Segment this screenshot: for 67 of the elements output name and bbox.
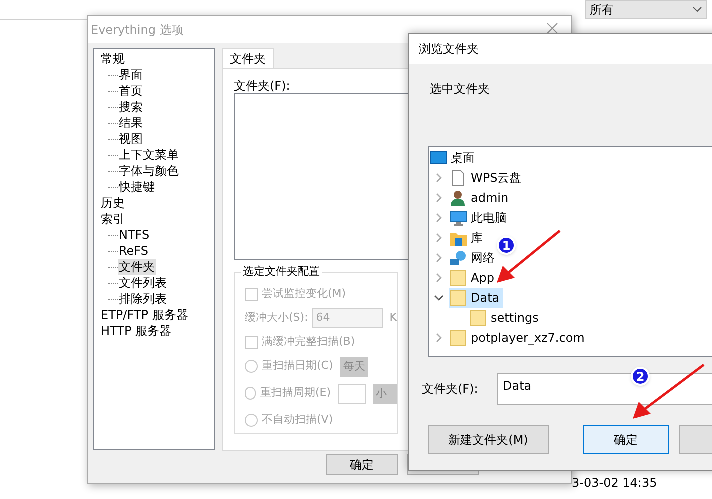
tree-item[interactable]: ReFS <box>118 243 150 259</box>
field-label: 文件夹(F): <box>422 381 480 398</box>
chevron-down-icon[interactable] <box>434 295 444 301</box>
folder-icon <box>450 290 466 306</box>
window-title: 浏览文件夹 <box>419 41 479 58</box>
chevron-right-icon[interactable] <box>436 213 442 223</box>
folder-icon <box>450 270 466 286</box>
folder-tree-item[interactable]: WPS云盘 <box>449 168 525 188</box>
tab[interactable]: 文件夹 <box>222 48 274 68</box>
tree-item[interactable]: 上下文菜单 <box>118 147 180 163</box>
close-icon[interactable] <box>547 23 558 34</box>
chevron-down-icon <box>693 7 702 12</box>
radio-label: 重扫描日期(C) <box>262 358 334 374</box>
folder-tree-item[interactable]: Data <box>449 288 503 308</box>
document-icon <box>452 170 464 186</box>
tree-item[interactable]: 文件夹 <box>118 259 156 275</box>
checkbox-label: 尝试监控变化(M) <box>262 286 346 302</box>
tree-item[interactable]: 文件列表 <box>118 275 168 291</box>
dialog-button[interactable]: 新建文件夹(M) <box>428 425 549 454</box>
folder-icon <box>450 330 466 346</box>
tree-item[interactable]: 界面 <box>118 67 144 83</box>
tree-item[interactable]: 搜索 <box>118 99 144 115</box>
tree-item[interactable]: 结果 <box>118 115 144 131</box>
folder-tree-item[interactable]: 桌面 <box>429 148 478 168</box>
date-text: 3-03-02 14:35 <box>572 476 658 490</box>
cancel-button[interactable] <box>679 425 712 454</box>
tree-item[interactable]: 历史 <box>100 195 126 211</box>
prompt-text: 选中文件夹 <box>429 81 491 98</box>
tree-item[interactable]: NTFS <box>118 227 151 243</box>
radio-label: 重扫描周期(E) <box>260 385 331 402</box>
chevron-right-icon[interactable] <box>436 233 442 243</box>
field-label: 缓冲大小(S): <box>245 310 308 326</box>
radio-label: 不自动扫描(V) <box>262 412 334 428</box>
chevron-right-icon[interactable] <box>436 333 442 343</box>
folder-tree-item[interactable]: App <box>449 268 498 288</box>
dialog-button[interactable]: 确定 <box>583 425 669 454</box>
tree-item[interactable]: 首页 <box>118 83 144 99</box>
folder-tree-item[interactable]: 网络 <box>449 248 498 268</box>
chevron-right-icon[interactable] <box>436 173 442 183</box>
folder-tree-item[interactable]: settings <box>469 308 542 328</box>
tree-item[interactable]: 常规 <box>100 51 126 67</box>
tree-item[interactable]: HTTP 服务器 <box>100 323 173 339</box>
chevron-right-icon[interactable] <box>436 273 442 283</box>
tree-item[interactable]: 索引 <box>100 211 126 227</box>
monitor-icon <box>450 210 466 226</box>
tree-item[interactable]: 快捷键 <box>118 179 156 195</box>
tree-item[interactable]: 排除列表 <box>118 291 168 307</box>
desktop-icon <box>430 151 446 165</box>
chevron-right-icon[interactable] <box>436 193 442 203</box>
window-title: Everything 选项 <box>91 22 184 38</box>
tree-item[interactable]: 视图 <box>118 131 144 147</box>
field-label: 文件夹(F): <box>234 78 290 93</box>
filter-dropdown[interactable]: 所有 <box>585 0 707 19</box>
checkbox-label: 满缓冲完整扫描(B) <box>262 334 356 350</box>
folder-tree-item[interactable]: admin <box>449 188 512 208</box>
folder-tree-item[interactable]: 此电脑 <box>449 208 510 228</box>
network-icon <box>450 250 466 266</box>
user-icon <box>451 190 465 206</box>
folder-tree-item[interactable]: 库 <box>449 228 486 248</box>
tree-item[interactable]: 字体与颜色 <box>118 163 180 179</box>
ok-button[interactable]: 确定 <box>326 454 398 475</box>
chevron-right-icon[interactable] <box>436 253 442 263</box>
folder-icon <box>470 310 486 326</box>
unit-label: K <box>390 310 397 326</box>
folder-tree-item[interactable]: potplayer_xz7.com <box>449 328 588 348</box>
tree-item[interactable]: ETP/FTP 服务器 <box>100 307 190 323</box>
library-icon <box>450 230 466 246</box>
